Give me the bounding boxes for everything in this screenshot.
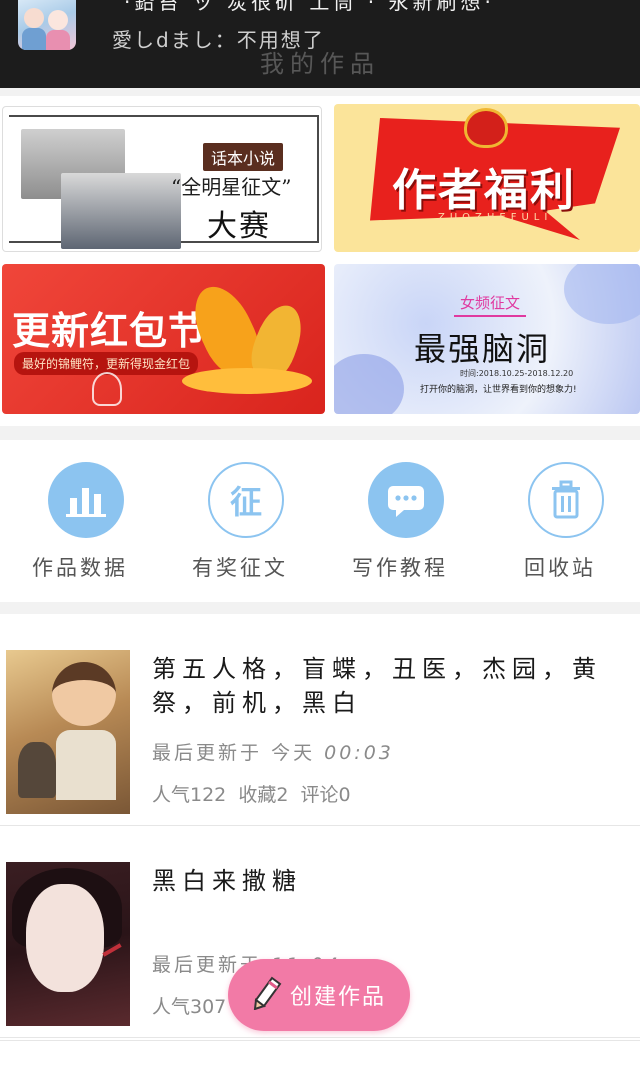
tool-label: 写作教程 [352,556,448,580]
work-title: 黑白来撒糖 [152,867,302,895]
banner-author-welfare[interactable]: 作者福利 ZUOZHEFULI [334,104,640,252]
tool-label: 作品数据 [32,556,128,580]
marquee-text: ·鉛笞 ッ 炭很斫 工筒 · 永新刷想· [124,0,495,14]
top-bar: ·鉛笞 ッ 炭很斫 工筒 · 永新刷想· 愛しdまし：不用想了 我的作品 [0,0,640,88]
divider [0,1040,640,1041]
pencil-icon [252,976,282,1014]
banner-red-packet-festival[interactable]: 更新红包节 最好的锦鲤符，更新得现金红包 [2,264,325,414]
banner-pinyin: ZUOZHEFULI [438,212,553,223]
work-stats: 人气122 收藏2 评论0 [152,780,357,807]
banner-slogan: 打开你的脑洞，让世界看到你的想象力! [420,385,577,395]
wave-decoration [182,368,312,394]
banner-all-star-contest[interactable]: 话本小说 “全明星征文” 大赛 [2,106,322,252]
popularity-count: 人气122 [152,784,227,806]
tool-label: 有奖征文 [192,556,288,580]
popularity-count: 人气307 [152,996,227,1018]
work-cover-image [6,650,130,814]
bar-chart-icon [48,462,124,538]
tool-writing-tutorial[interactable]: 写作教程 [320,440,480,602]
banner-date: 时间:2018.10.25-2018.12.20 [460,369,574,378]
banner-title: 最强脑洞 [414,330,551,368]
banner-subtitle: “全明星征文” [171,175,292,199]
work-updated: 最后更新于 今天 00:03 [152,742,394,764]
contest-icon: 征 [208,462,284,538]
banner-brain-contest[interactable]: 女频征文 最强脑洞 时间:2018.10.25-2018.12.20 打开你的脑… [334,264,640,414]
favorites-count: 收藏2 [238,784,289,806]
money-bag-icon [464,108,508,148]
user-avatar[interactable] [18,0,76,50]
banner-title: 作者福利 [392,165,576,216]
work-item[interactable]: 第五人格，盲蝶，丑医，杰园，黄祭，前机，黑白 最后更新于 今天 00:03 人气… [0,614,640,826]
page-title: 我的作品 [260,50,380,78]
banner-title: 大赛 [207,209,271,244]
celebrity-group-photo [61,173,181,249]
banner-tag: 女频征文 [454,292,527,317]
tap-hand-icon [92,372,122,406]
tool-recycle-bin[interactable]: 回收站 [480,440,640,602]
banner-tag: 话本小说 [203,143,284,171]
banner-title: 更新红包节 [12,309,208,353]
chat-bubble-icon [368,462,444,538]
tool-contest[interactable]: 征 有奖征文 [160,440,320,602]
work-stats: 人气307 [152,992,232,1019]
create-work-label: 创建作品 [289,985,386,1010]
create-work-button[interactable]: 创建作品 [228,959,410,1031]
tools-row: 作品数据 征 有奖征文 写作教程 回收站 [0,440,640,602]
banner-grid: 话本小说 “全明星征文” 大赛 作者福利 ZUOZHEFULI 更新红包节 最好… [0,96,640,426]
trash-icon [528,462,604,538]
tool-label: 回收站 [524,556,596,580]
tool-work-data[interactable]: 作品数据 [0,440,160,602]
work-cover-image [6,862,130,1026]
comments-count: 评论0 [300,784,351,806]
work-title: 第五人格，盲蝶，丑医，杰园，黄祭，前机，黑白 [152,655,602,717]
contest-glyph: 征 [229,483,262,521]
